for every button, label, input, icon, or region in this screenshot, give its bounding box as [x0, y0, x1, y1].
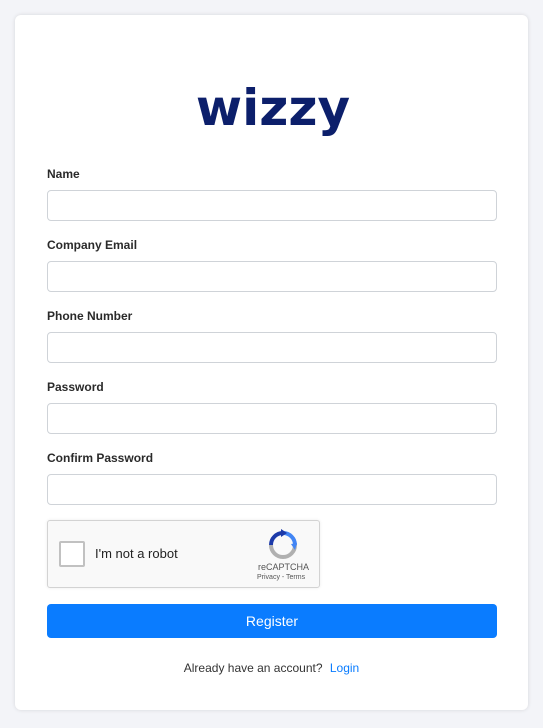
name-label: Name — [47, 167, 80, 181]
recaptcha-brand: reCAPTCHA — [258, 562, 310, 572]
company-email-input[interactable] — [47, 261, 497, 292]
phone-number-input[interactable] — [47, 332, 497, 363]
login-prompt: Already have an account? Login — [15, 661, 528, 675]
confirm-password-label: Confirm Password — [47, 451, 154, 465]
name-input[interactable] — [47, 190, 497, 221]
recaptcha-label: I'm not a robot — [95, 546, 178, 561]
password-label: Password — [47, 380, 104, 394]
recaptcha-widget: I'm not a robot reCAPTCHA Privacy - Term… — [47, 520, 320, 588]
password-input[interactable] — [47, 403, 497, 434]
phone-number-label: Phone Number — [47, 309, 133, 323]
register-button[interactable]: Register — [47, 604, 497, 638]
recaptcha-icon — [269, 529, 297, 559]
recaptcha-privacy-terms-links[interactable]: Privacy - Terms — [257, 574, 305, 581]
login-prompt-text: Already have an account? — [183, 661, 323, 675]
company-email-label: Company Email — [47, 238, 138, 252]
svg-text:wizzy: wizzy — [196, 83, 350, 137]
register-card: wizzy Name Company Email Phone Number Pa… — [15, 15, 528, 710]
wizzy-logo: wizzy — [196, 83, 350, 137]
confirm-password-input[interactable] — [47, 474, 497, 505]
login-link[interactable]: Login — [330, 661, 359, 675]
recaptcha-checkbox[interactable] — [59, 541, 85, 567]
